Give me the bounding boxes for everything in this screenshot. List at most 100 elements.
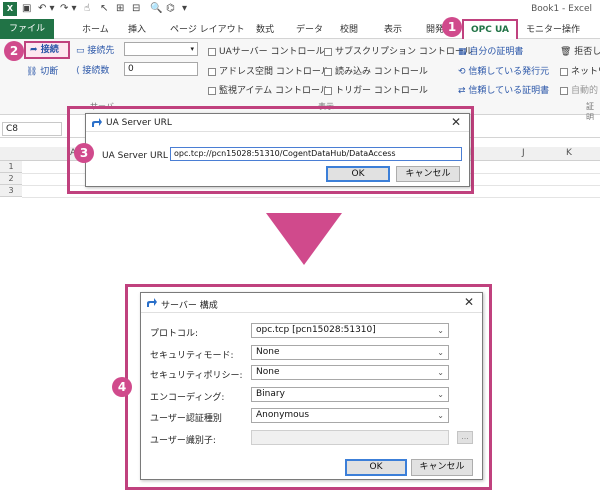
chevron-down-icon: ⌄	[437, 348, 444, 357]
ua-server-url-dialog: UA Server URL ✕ UA Server URL : opc.tcp:…	[85, 113, 470, 187]
checkbox[interactable]	[324, 86, 332, 95]
security-mode-label: セキュリティモード:	[150, 351, 234, 361]
checkbox[interactable]	[324, 47, 332, 56]
tab-review[interactable]: 校閲	[340, 22, 358, 35]
disconnect-button[interactable]: ⛓ 切断	[26, 64, 58, 77]
dialog-title: UA Server URL	[106, 118, 172, 128]
chevron-down-icon: ⌄	[437, 411, 444, 420]
trigger-control-label: トリガー コントロール	[335, 86, 428, 96]
encoding-value: Binary	[256, 389, 285, 399]
chevron-down-icon: ▾	[190, 45, 194, 53]
tab-home[interactable]: ホーム	[82, 22, 109, 35]
ua-server-control-label: UAサーバー コントロール	[219, 47, 325, 57]
subscription-control-check[interactable]: サブスクリプション コントロール	[324, 44, 473, 57]
protocol-select[interactable]: opc.tcp [pcn15028:51310] ⌄	[251, 323, 449, 338]
close-icon[interactable]: ✕	[464, 295, 474, 309]
ok-button[interactable]: OK	[326, 166, 390, 182]
chevron-down-icon: ⌄	[437, 326, 444, 335]
network-check[interactable]: ネットワ	[560, 64, 600, 77]
ribbon-tabs: ファイル ホーム 挿入 ページ レイアウト 数式 データ 校閲 表示 開発 OP…	[0, 19, 600, 41]
auto-check[interactable]: 自動的	[560, 83, 598, 96]
disconnect-label: 切断	[40, 67, 59, 77]
down-arrow-icon	[266, 213, 342, 265]
table-icon[interactable]: ⊞	[116, 3, 124, 14]
customize-qat-icon[interactable]: ▾	[182, 3, 187, 14]
tab-page-layout[interactable]: ページ レイアウト	[170, 22, 245, 35]
user-auth-type-value: Anonymous	[256, 410, 310, 420]
chevron-down-icon: ⌄	[437, 390, 444, 399]
save-icon[interactable]: ▣	[22, 3, 31, 14]
column-header: J	[522, 148, 525, 158]
checkbox[interactable]	[324, 67, 332, 76]
url-input[interactable]: opc.tcp://pcn15028:51310/CogentDataHub/D…	[170, 147, 462, 161]
checkbox[interactable]	[208, 47, 216, 56]
protocol-value: opc.tcp [pcn15028:51310]	[256, 325, 376, 335]
connect-count-text: 接続数	[82, 66, 110, 76]
ua-server-control-check[interactable]: UAサーバー コントロール	[208, 44, 325, 57]
encoding-label: エンコーディング:	[150, 393, 225, 403]
connect-to-text: 接続先	[87, 46, 115, 56]
tab-data[interactable]: データ	[296, 22, 323, 35]
security-policy-select[interactable]: None ⌄	[251, 365, 449, 380]
trusted-cert-button[interactable]: ⇄ 信頼している証明書	[458, 83, 549, 96]
share-arrow-icon	[147, 298, 157, 307]
checkbox[interactable]	[560, 67, 568, 76]
dialog-title-bar: UA Server URL ✕	[86, 114, 469, 132]
read-control-check[interactable]: 読み込み コントロール	[324, 64, 428, 77]
ribbon: ⛓ 切断 ▭ 接続先 ▾ ⟨ 接続数 0 UAサーバー コントロール サブスクリ…	[0, 39, 600, 122]
server-config-dialog: サーバー 構成 ✕ プロトコル: opc.tcp [pcn15028:51310…	[140, 292, 483, 480]
security-policy-value: None	[256, 367, 280, 377]
user-id-input[interactable]	[251, 430, 449, 445]
excel-logo-icon: X	[3, 2, 17, 16]
tab-view[interactable]: 表示	[384, 22, 402, 35]
cancel-button[interactable]: キャンセル	[396, 166, 460, 182]
trusted-issuer-button[interactable]: ⟲ 信頼している発行元	[458, 64, 549, 77]
tab-formulas[interactable]: 数式	[256, 22, 274, 35]
cancel-button[interactable]: キャンセル	[411, 459, 473, 476]
grid-line	[22, 197, 600, 198]
tab-opc-ua[interactable]: OPC UA	[462, 19, 518, 41]
connect-to-select[interactable]: ▾	[124, 42, 198, 56]
pointer-icon[interactable]: ↖	[100, 3, 108, 14]
connect-button[interactable]: ➦ 接続	[24, 41, 70, 59]
grid-icon[interactable]: ⊟	[132, 3, 140, 14]
format-icon[interactable]: ⌬	[166, 3, 175, 14]
connect-to-label: ▭ 接続先	[76, 46, 115, 56]
address-space-control-label: アドレス空間 コントロール	[219, 67, 330, 77]
address-space-control-check[interactable]: アドレス空間 コントロール	[208, 64, 330, 77]
rejected-button[interactable]: 🗑 拒否し	[560, 44, 600, 57]
protocol-label: プロトコル:	[150, 329, 199, 339]
own-cert-button[interactable]: ▦ 自分の証明書	[458, 44, 523, 57]
tab-monitor[interactable]: モニター操作	[526, 22, 580, 35]
trusted-cert-label: 信頼している証明書	[468, 86, 550, 96]
browse-button[interactable]: ...	[457, 431, 473, 444]
connect-label: 接続	[40, 45, 59, 55]
touch-mode-icon[interactable]: ☝	[84, 3, 90, 14]
tab-insert[interactable]: 挿入	[128, 22, 146, 35]
user-auth-type-select[interactable]: Anonymous ⌄	[251, 408, 449, 423]
excel-screenshot: X ▣ ↶ ▾ ↷ ▾ ☝ ↖ ⊞ ⊟ 🔍 ⌬ ▾ Book1 - Excel …	[0, 0, 600, 200]
print-preview-icon[interactable]: 🔍	[150, 3, 162, 14]
user-id-label: ユーザー識別子:	[150, 436, 216, 446]
connect-count-label: ⟨ 接続数	[76, 66, 110, 76]
checkbox[interactable]	[208, 67, 216, 76]
name-box[interactable]: C8	[2, 122, 62, 136]
redo-icon[interactable]: ↷ ▾	[60, 3, 77, 14]
dialog-title: サーバー 構成	[161, 301, 218, 311]
checkbox[interactable]	[560, 86, 568, 95]
close-icon[interactable]: ✕	[451, 115, 461, 129]
trigger-control-check[interactable]: トリガー コントロール	[324, 83, 428, 96]
security-mode-select[interactable]: None ⌄	[251, 345, 449, 360]
connect-count-input[interactable]: 0	[124, 62, 198, 76]
undo-icon[interactable]: ↶ ▾	[38, 3, 55, 14]
chevron-down-icon: ⌄	[437, 368, 444, 377]
title-bar: X ▣ ↶ ▾ ↷ ▾ ☝ ↖ ⊞ ⊟ 🔍 ⌬ ▾ Book1 - Excel	[0, 0, 600, 19]
tab-file[interactable]: ファイル	[0, 19, 54, 39]
row-header: 2	[0, 173, 22, 185]
ok-button[interactable]: OK	[345, 459, 407, 476]
url-label: UA Server URL :	[102, 151, 174, 161]
monitor-item-control-check[interactable]: 監視アイテム コントロール	[208, 83, 329, 96]
checkbox[interactable]	[208, 86, 216, 95]
encoding-select[interactable]: Binary ⌄	[251, 387, 449, 402]
network-label: ネットワ	[571, 67, 600, 77]
